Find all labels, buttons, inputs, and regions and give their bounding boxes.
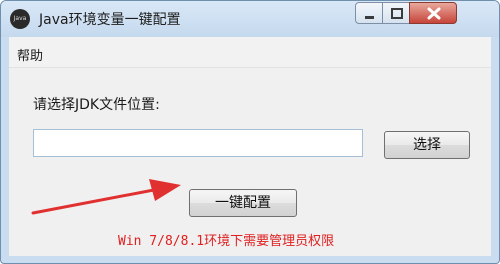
maximize-button[interactable] xyxy=(382,2,410,24)
window-title: Java环境变量一键配置 xyxy=(39,12,181,28)
title-bar[interactable]: Java Java环境变量一键配置 xyxy=(1,1,499,37)
main-panel: 请选择JDK文件位置: 选择 一键配置 Win 7/8/8.1环境下需要管理员权… xyxy=(9,68,491,256)
menu-bar: 帮助 xyxy=(9,37,491,68)
app-window: Java Java环境变量一键配置 帮助 请选择JDK文件位置: 选择 一键配置… xyxy=(0,0,500,264)
jdk-location-label: 请选择JDK文件位置: xyxy=(33,97,160,113)
menu-item-help[interactable]: 帮助 xyxy=(17,45,43,64)
arrow-pointer-icon xyxy=(31,179,181,215)
select-jdk-button[interactable]: 选择 xyxy=(384,131,470,159)
close-button[interactable] xyxy=(409,2,457,24)
java-app-icon: Java xyxy=(10,9,30,29)
jdk-path-input[interactable] xyxy=(33,129,363,157)
admin-requirement-note: Win 7/8/8.1环境下需要管理员权限 xyxy=(118,234,335,249)
one-click-config-button[interactable]: 一键配置 xyxy=(189,189,297,217)
minimize-icon xyxy=(365,16,374,19)
minimize-button[interactable] xyxy=(355,2,383,24)
app-icon-text: Java xyxy=(13,15,27,22)
maximize-icon xyxy=(391,8,403,19)
close-icon xyxy=(427,7,441,20)
